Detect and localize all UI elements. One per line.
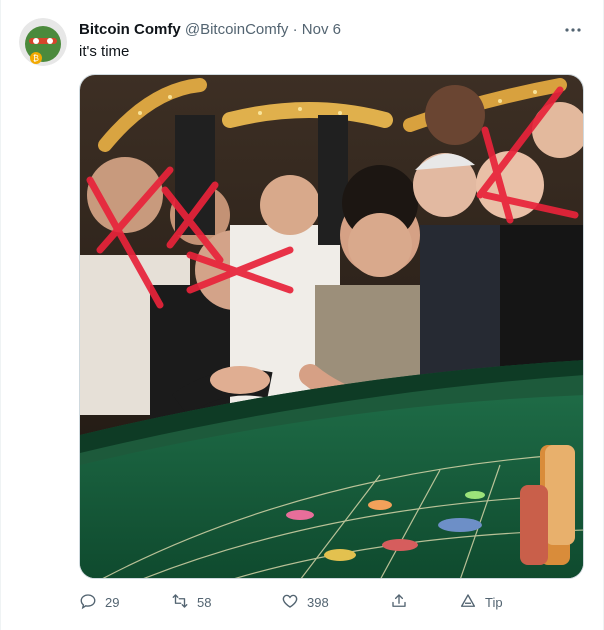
- tweet-actions: 29 58 398 Tip: [79, 590, 584, 614]
- tweet-date[interactable]: Nov 6: [302, 21, 341, 38]
- like-button[interactable]: 398: [281, 592, 329, 613]
- heart-icon: [281, 592, 299, 613]
- retweet-count: 58: [197, 594, 212, 610]
- tweet-image[interactable]: [79, 74, 584, 579]
- tweet-card[interactable]: ₿ Bitcoin Comfy @BitcoinComfy · Nov 6 it…: [0, 0, 604, 630]
- more-horizontal-icon[interactable]: [563, 20, 583, 40]
- retweet-button[interactable]: 58: [171, 592, 211, 613]
- reply-count: 29: [105, 594, 120, 610]
- share-icon: [390, 592, 408, 613]
- retweet-icon: [171, 592, 189, 613]
- separator-dot: ·: [292, 21, 298, 38]
- tip-label: Tip: [485, 594, 503, 610]
- tip-button[interactable]: Tip: [459, 592, 503, 613]
- like-count: 398: [307, 594, 329, 610]
- reply-button[interactable]: 29: [79, 592, 119, 613]
- tip-icon: [459, 592, 477, 613]
- svg-text:₿: ₿: [33, 54, 39, 63]
- display-name[interactable]: Bitcoin Comfy: [79, 21, 181, 38]
- user-handle[interactable]: @BitcoinComfy: [185, 21, 289, 38]
- reply-icon: [79, 592, 97, 613]
- tweet-header: Bitcoin Comfy @BitcoinComfy · Nov 6: [79, 20, 341, 40]
- avatar[interactable]: ₿: [19, 18, 67, 66]
- tweet-text: it's time: [79, 43, 130, 60]
- share-button[interactable]: [390, 592, 408, 613]
